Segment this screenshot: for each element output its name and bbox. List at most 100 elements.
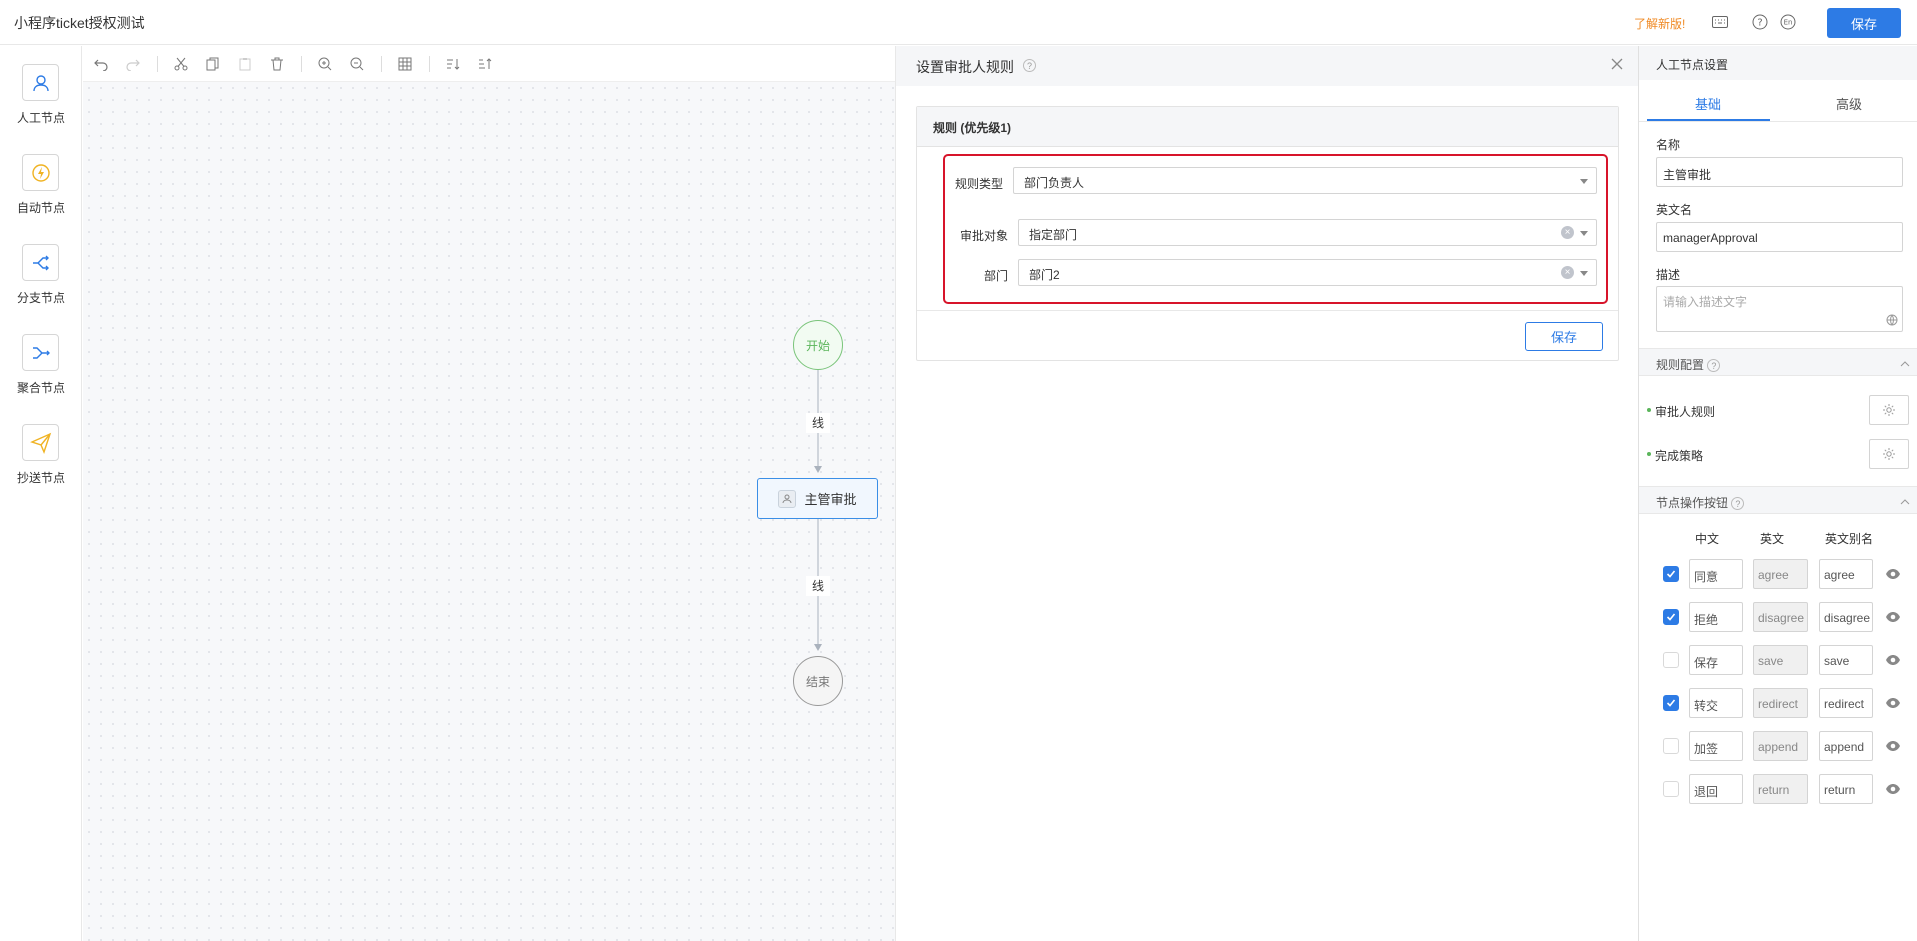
gear-icon[interactable] <box>1869 439 1909 469</box>
completion-strategy-label: 完成策略 <box>1655 449 1704 463</box>
checkbox[interactable] <box>1663 609 1679 625</box>
en-name-input[interactable]: agree <box>1753 559 1808 589</box>
rule-card: 规则 (优先级1) 规则类型 部门负责人 审批对象 指定部门 × 部门 部门2 … <box>916 106 1619 361</box>
start-node[interactable]: 开始 <box>793 320 843 370</box>
eye-icon[interactable] <box>1885 782 1901 796</box>
palette-item-auto[interactable]: 自动节点 <box>0 154 82 234</box>
en-name-input[interactable]: return <box>1753 774 1808 804</box>
palette-item-merge[interactable]: 聚合节点 <box>0 334 82 414</box>
en-alias-input[interactable]: return <box>1819 774 1873 804</box>
completion-strategy-row: 完成策略 <box>1647 439 1909 469</box>
chevron-down-icon <box>1580 231 1588 236</box>
approver-rule-row: 审批人规则 <box>1647 395 1909 425</box>
eye-icon[interactable] <box>1885 653 1901 667</box>
rule-save-button[interactable]: 保存 <box>1525 322 1603 351</box>
task-node-manager-approval[interactable]: 主管审批 <box>757 478 878 519</box>
checkbox[interactable] <box>1663 695 1679 711</box>
eye-icon[interactable] <box>1885 567 1901 581</box>
button-row: 同意 agree agree <box>1639 559 1917 589</box>
props-header: 人工节点设置 <box>1639 46 1917 80</box>
english-name-label: 英文名 <box>1656 203 1693 217</box>
approve-target-select[interactable]: 指定部门 × <box>1018 219 1597 246</box>
palette-label: 人工节点 <box>16 111 65 125</box>
palette-label: 自动节点 <box>16 201 65 215</box>
app-header: 小程序ticket授权测试 了解新版! ? En 保存 <box>0 0 1917 45</box>
edge-label[interactable]: 线 <box>806 576 830 596</box>
checkbox[interactable] <box>1663 738 1679 754</box>
flow-canvas[interactable]: 开始 线 主管审批 线 结束 <box>83 46 895 941</box>
help-icon[interactable]: ? <box>1731 497 1745 511</box>
end-node[interactable]: 结束 <box>793 656 843 706</box>
cn-name-input[interactable]: 转交 <box>1689 688 1743 718</box>
department-value: 部门2 <box>1029 268 1060 282</box>
edge-label[interactable]: 线 <box>806 413 830 433</box>
keyboard-icon[interactable] <box>1712 14 1728 30</box>
cn-name-input[interactable]: 退回 <box>1689 774 1743 804</box>
user-icon <box>22 64 59 101</box>
name-input[interactable]: 主管审批 <box>1656 157 1903 187</box>
tab-advanced[interactable]: 高级 <box>1836 94 1862 113</box>
en-name-input[interactable]: disagree <box>1753 602 1808 632</box>
send-icon <box>22 424 59 461</box>
section-title: 规则配置 ? <box>1656 356 1721 373</box>
palette-label: 抄送节点 <box>16 471 65 485</box>
rule-type-select[interactable]: 部门负责人 <box>1013 167 1597 194</box>
section-title: 节点操作按钮 ? <box>1656 494 1745 511</box>
description-textarea[interactable]: 请输入描述文字 <box>1656 286 1903 332</box>
en-name-input[interactable]: redirect <box>1753 688 1808 718</box>
en-alias-input[interactable]: redirect <box>1819 688 1873 718</box>
palette-label: 分支节点 <box>16 291 65 305</box>
help-icon[interactable]: ? <box>1023 59 1036 72</box>
language-icon[interactable]: En <box>1780 14 1796 30</box>
props-title: 人工节点设置 <box>1656 58 1729 72</box>
en-alias-input[interactable]: append <box>1819 731 1873 761</box>
checkbox[interactable] <box>1663 566 1679 582</box>
checkbox[interactable] <box>1663 781 1679 797</box>
palette-item-manual[interactable]: 人工节点 <box>0 64 82 144</box>
node-properties-panel: 人工节点设置 基础 高级 名称 主管审批 英文名 managerApproval… <box>1638 46 1917 941</box>
chevron-up-icon[interactable] <box>1900 357 1910 367</box>
rule-config-section[interactable]: 规则配置 ? <box>1639 348 1917 376</box>
eye-icon[interactable] <box>1885 696 1901 710</box>
dialog-header: 设置审批人规则 ? <box>896 46 1639 86</box>
chevron-down-icon <box>1580 179 1588 184</box>
palette-item-branch[interactable]: 分支节点 <box>0 244 82 324</box>
button-row: 拒绝 disagree disagree <box>1639 602 1917 632</box>
chevron-down-icon <box>1580 271 1588 276</box>
palette-item-cc[interactable]: 抄送节点 <box>0 424 82 504</box>
header-save-button[interactable]: 保存 <box>1827 8 1901 38</box>
card-divider <box>917 310 1618 311</box>
merge-icon <box>22 334 59 371</box>
clear-icon[interactable]: × <box>1561 266 1574 279</box>
chevron-up-icon[interactable] <box>1900 495 1910 505</box>
en-name-input[interactable]: save <box>1753 645 1808 675</box>
help-icon[interactable]: ? <box>1752 14 1768 30</box>
cn-name-input[interactable]: 保存 <box>1689 645 1743 675</box>
cn-name-input[interactable]: 加签 <box>1689 731 1743 761</box>
eye-icon[interactable] <box>1885 739 1901 753</box>
cn-name-input[interactable]: 拒绝 <box>1689 602 1743 632</box>
app-title: 小程序ticket授权测试 <box>14 15 145 31</box>
new-version-link[interactable]: 了解新版! <box>1634 15 1685 32</box>
lightning-icon <box>22 154 59 191</box>
checkbox[interactable] <box>1663 652 1679 668</box>
help-icon[interactable]: ? <box>1707 359 1721 373</box>
department-label: 部门 <box>983 269 1008 283</box>
english-name-input[interactable]: managerApproval <box>1656 222 1903 252</box>
clear-icon[interactable]: × <box>1561 226 1574 239</box>
globe-icon[interactable] <box>1886 314 1898 326</box>
en-alias-input[interactable]: agree <box>1819 559 1873 589</box>
tab-basic[interactable]: 基础 <box>1695 94 1721 113</box>
cn-name-input[interactable]: 同意 <box>1689 559 1743 589</box>
gear-icon[interactable] <box>1869 395 1909 425</box>
node-buttons-section[interactable]: 节点操作按钮 ? <box>1639 486 1917 514</box>
eye-icon[interactable] <box>1885 610 1901 624</box>
palette-label: 聚合节点 <box>16 381 65 395</box>
en-name-input[interactable]: append <box>1753 731 1808 761</box>
description-placeholder: 请输入描述文字 <box>1663 295 1748 309</box>
en-alias-input[interactable]: disagree <box>1819 602 1873 632</box>
name-label: 名称 <box>1656 138 1681 152</box>
close-icon[interactable] <box>1610 57 1626 73</box>
en-alias-input[interactable]: save <box>1819 645 1873 675</box>
department-select[interactable]: 部门2 × <box>1018 259 1597 286</box>
